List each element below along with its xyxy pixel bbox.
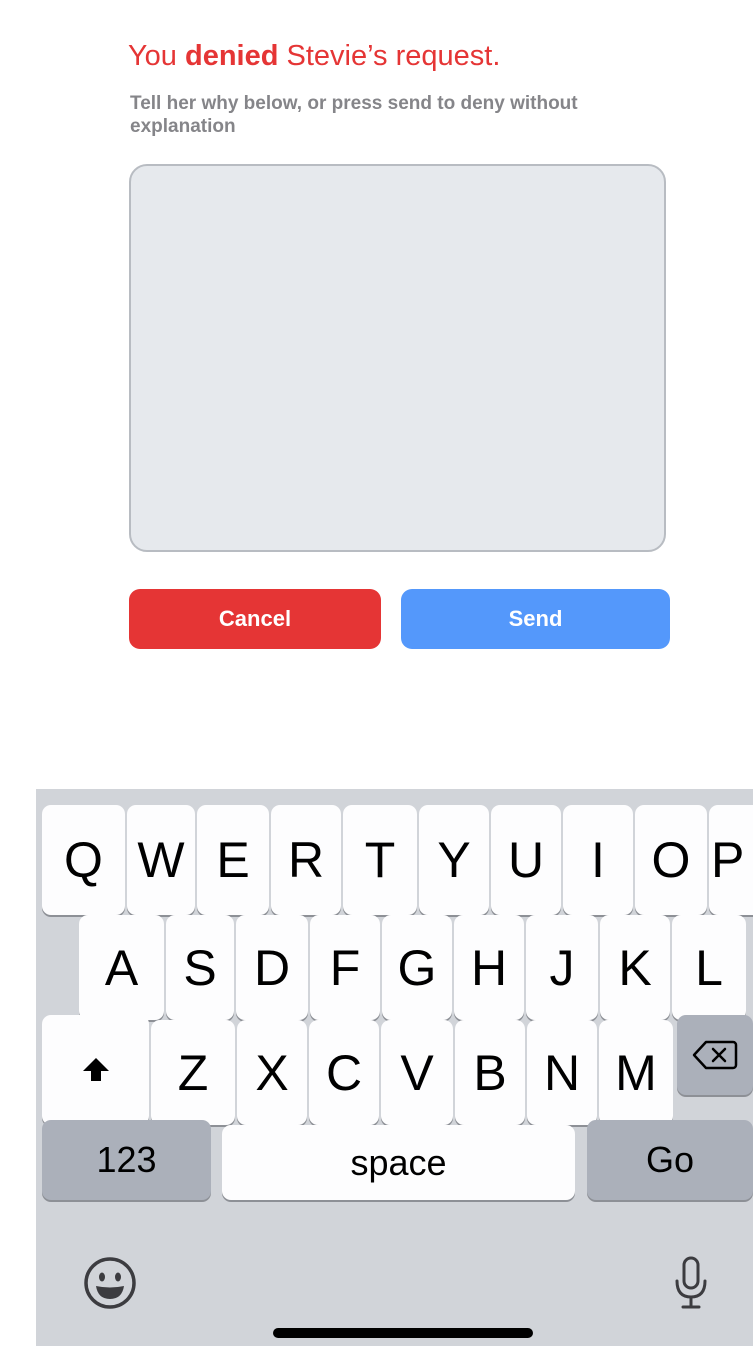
key-f[interactable]: F (310, 915, 380, 1020)
page-subtitle: Tell her why below, or press send to den… (130, 93, 578, 137)
key-t[interactable]: T (343, 805, 417, 915)
key-l[interactable]: L (672, 915, 746, 1020)
cancel-button[interactable]: Cancel (129, 589, 381, 649)
shift-arrow-icon (81, 1055, 111, 1085)
emoji-key[interactable] (80, 1253, 140, 1313)
go-key[interactable]: Go (587, 1120, 753, 1200)
key-n[interactable]: N (527, 1020, 597, 1125)
home-indicator[interactable] (273, 1328, 533, 1338)
key-q[interactable]: Q (42, 805, 125, 915)
key-p[interactable]: P (709, 805, 753, 915)
deny-request-screen: You denied Stevie’s request. Tell her wh… (0, 0, 753, 1346)
key-j[interactable]: J (526, 915, 598, 1020)
backspace-icon (692, 1039, 738, 1071)
key-c[interactable]: C (309, 1020, 379, 1125)
key-s[interactable]: S (166, 915, 234, 1020)
on-screen-keyboard: Q W E R T Y U I O P A S D F G H J K L Z … (36, 789, 753, 1346)
key-z[interactable]: Z (151, 1020, 235, 1125)
key-y[interactable]: Y (419, 805, 489, 915)
key-b[interactable]: B (455, 1020, 525, 1125)
key-m[interactable]: M (599, 1020, 673, 1125)
key-o[interactable]: O (635, 805, 707, 915)
key-u[interactable]: U (491, 805, 561, 915)
shift-key[interactable] (42, 1015, 149, 1125)
key-d[interactable]: D (236, 915, 308, 1020)
key-h[interactable]: H (454, 915, 524, 1020)
send-button[interactable]: Send (401, 589, 670, 649)
key-v[interactable]: V (381, 1020, 453, 1125)
dictation-key[interactable] (661, 1253, 721, 1313)
emoji-icon (83, 1256, 137, 1310)
key-g[interactable]: G (382, 915, 452, 1020)
key-e[interactable]: E (197, 805, 269, 915)
key-a[interactable]: A (79, 915, 164, 1020)
title-suffix: Stevie’s request. (286, 40, 501, 72)
key-i[interactable]: I (563, 805, 633, 915)
key-r[interactable]: R (271, 805, 341, 915)
page-title: You denied Stevie’s request. (128, 40, 500, 73)
space-key[interactable]: space (222, 1125, 575, 1200)
key-w[interactable]: W (127, 805, 195, 915)
delete-key[interactable] (677, 1015, 753, 1095)
numbers-key[interactable]: 123 (42, 1120, 211, 1200)
title-prefix: You (128, 40, 177, 72)
reason-textarea[interactable] (129, 164, 666, 552)
key-k[interactable]: K (600, 915, 670, 1020)
title-emphasis: denied (185, 40, 279, 72)
key-x[interactable]: X (237, 1020, 307, 1125)
microphone-icon (671, 1255, 711, 1311)
